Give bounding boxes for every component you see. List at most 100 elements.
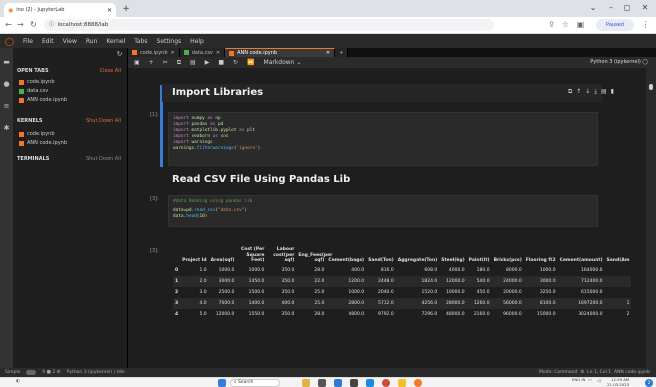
chrome-icon[interactable] bbox=[382, 379, 390, 387]
gear-icon[interactable]: ⚙ bbox=[580, 370, 584, 375]
table-row: 2 3.0 2500.0 1500.0 350.0 25.0 1000.0 2040.0 152… bbox=[173, 287, 631, 298]
new-tab-button[interactable]: + bbox=[121, 3, 131, 15]
speaker-icon[interactable]: ◁ bbox=[597, 379, 600, 384]
url-input[interactable]: ⓘ localhost:8888/lab bbox=[44, 19, 494, 31]
code-cell-read-csv[interactable]: #data Reading using pandas lib data=pd.r… bbox=[168, 195, 598, 227]
browser-tab[interactable]: ◉ ino (2) - JupyterLab ✕ bbox=[4, 3, 116, 17]
simple-mode-toggle[interactable] bbox=[26, 370, 37, 375]
run-icon[interactable]: ▶ bbox=[205, 59, 210, 66]
doc-tab[interactable]: data.csv ✕ bbox=[179, 48, 226, 57]
doc-tab[interactable]: ANN code.ipynb ✕ bbox=[225, 48, 336, 57]
scroll-thumb[interactable] bbox=[649, 84, 653, 90]
reload-button[interactable]: ↻ bbox=[28, 19, 39, 31]
sidebar-toggle-icon[interactable]: ▣ bbox=[575, 19, 586, 31]
table-header-row: Project Id Area(sqf) Cost (Per Square Feet… bbox=[173, 246, 631, 265]
wifi-icon[interactable]: ◠ bbox=[588, 379, 592, 384]
taskbar-search[interactable]: ⌕ Search bbox=[230, 379, 280, 387]
cell-type-value: Markdown bbox=[263, 59, 295, 66]
open-tab-item[interactable]: ANN code.ipynb bbox=[19, 96, 123, 104]
widgets-icon[interactable] bbox=[302, 379, 310, 387]
windows-start-icon[interactable] bbox=[218, 379, 226, 387]
back-button[interactable]: ← bbox=[3, 19, 14, 31]
extension-icon[interactable]: ✱ bbox=[2, 124, 11, 133]
table-cell bbox=[605, 265, 632, 276]
file-explorer-icon[interactable] bbox=[398, 379, 406, 387]
bookmark-star-icon[interactable]: ☆ bbox=[560, 19, 571, 31]
task-view-icon[interactable] bbox=[318, 379, 326, 387]
close-icon[interactable]: ✕ bbox=[171, 50, 175, 56]
paste-icon[interactable]: ▤ bbox=[190, 59, 196, 66]
table-cell: 1824.0 bbox=[395, 275, 440, 287]
menu-kernel[interactable]: Kernel bbox=[106, 38, 125, 45]
cell-actions[interactable]: ⧉↑↓⤓▤▮ bbox=[568, 88, 618, 96]
store-icon[interactable] bbox=[350, 379, 358, 387]
clock[interactable]: 12:39 AM 21-03-2023 bbox=[607, 377, 629, 387]
column-header bbox=[173, 246, 180, 265]
scrollbar[interactable] bbox=[646, 68, 656, 368]
add-cell-icon[interactable]: + bbox=[149, 59, 154, 66]
table-of-contents-icon[interactable]: ≡ bbox=[2, 102, 11, 111]
mail-icon[interactable] bbox=[334, 379, 342, 387]
share-icon[interactable]: ⇪ bbox=[546, 19, 557, 31]
doc-tab[interactable]: code.ipynb ✕ bbox=[128, 48, 180, 57]
jupyter-taskbar-icon[interactable] bbox=[414, 379, 422, 387]
doc-tab-label: code.ipynb bbox=[140, 49, 168, 56]
kernel-status[interactable]: Python 3 (ipykernel) | Idle bbox=[67, 370, 125, 375]
table-cell: 25.0 bbox=[296, 297, 327, 309]
menu-file[interactable]: File bbox=[23, 38, 33, 45]
code-cell-imports[interactable]: import numpy as np import pandas as pd i… bbox=[168, 112, 598, 166]
table-cell: 1000.0 bbox=[348, 289, 365, 295]
menu-help[interactable]: Help bbox=[190, 38, 204, 45]
minimize-button[interactable]: – bbox=[604, 2, 618, 14]
table-cell: 28000.0 bbox=[439, 297, 467, 309]
menu-view[interactable]: View bbox=[63, 38, 77, 45]
language-indicator[interactable]: ENG IN bbox=[572, 377, 585, 383]
close-all-button[interactable]: Close All bbox=[100, 68, 121, 74]
status-bar: Simple 0 ■ 2 ⚙ Python 3 (ipykernel) | Id… bbox=[0, 368, 656, 377]
dataframe-table: Project Id Area(sqf) Cost (Per Square Feet… bbox=[173, 246, 632, 320]
forward-button[interactable]: → bbox=[15, 19, 26, 31]
tab-close-icon[interactable]: ✕ bbox=[107, 7, 112, 14]
column-header: Eng_Fees(per sqf) bbox=[298, 252, 333, 264]
kernel-item[interactable]: ANN code.ipynb bbox=[19, 139, 123, 147]
jupyter-favicon-icon: ◉ bbox=[8, 6, 14, 14]
profile-button[interactable]: Paused bbox=[596, 19, 634, 31]
table-cell: 15000.0 bbox=[536, 311, 556, 317]
notification-icon[interactable]: 2 bbox=[645, 379, 653, 387]
kernel-item[interactable]: code.ipynb bbox=[19, 130, 123, 138]
refresh-icon[interactable]: ↻ bbox=[115, 50, 124, 59]
weather-icon[interactable]: ◐ bbox=[16, 379, 20, 384]
shut-down-all-terminals-button[interactable]: Shut Down All bbox=[86, 156, 121, 162]
cell-type-select[interactable]: Markdown ⌄ bbox=[264, 59, 302, 66]
table-cell: 400.0 bbox=[266, 297, 297, 309]
close-icon[interactable]: ✕ bbox=[216, 50, 220, 56]
save-icon[interactable]: ▣ bbox=[134, 59, 140, 66]
restart-icon[interactable]: ↻ bbox=[233, 59, 238, 66]
running-kernels-icon[interactable]: ● bbox=[2, 80, 11, 89]
stop-icon[interactable]: ■ bbox=[218, 59, 224, 66]
menu-run[interactable]: Run bbox=[86, 38, 98, 45]
table-cell: 1000.0 bbox=[218, 267, 235, 273]
kernel-name[interactable]: Python 3 (ipykernel) ◯ bbox=[590, 59, 648, 65]
fast-forward-icon[interactable]: ⏩ bbox=[247, 59, 254, 66]
cut-icon[interactable]: ✂ bbox=[163, 59, 168, 66]
menu-kebab-icon[interactable]: ⋮ bbox=[640, 19, 651, 31]
copy-icon[interactable]: ⧉ bbox=[177, 59, 181, 67]
open-tab-item[interactable]: data.csv bbox=[19, 87, 123, 95]
table-cell: 3.0 bbox=[199, 289, 207, 295]
edge-icon[interactable] bbox=[366, 379, 374, 387]
menu-edit[interactable]: Edit bbox=[42, 38, 54, 45]
menu-settings[interactable]: Settings bbox=[157, 38, 182, 45]
folder-icon[interactable]: ▬ bbox=[2, 58, 11, 67]
cursor-position[interactable]: Ln 1, Col 1 bbox=[587, 370, 611, 375]
table-cell: 3024000.0 bbox=[578, 311, 603, 317]
close-window-button[interactable]: ✕ bbox=[638, 2, 652, 14]
open-tab-item[interactable]: code.ipynb bbox=[19, 78, 123, 86]
close-icon[interactable]: ✕ bbox=[326, 50, 330, 56]
shut-down-all-kernels-button[interactable]: Shut Down All bbox=[86, 118, 121, 124]
chevron-down-icon[interactable]: ⌄ bbox=[586, 2, 600, 14]
maximize-button[interactable]: ◻ bbox=[620, 2, 634, 14]
menu-tabs[interactable]: Tabs bbox=[134, 38, 147, 45]
table-cell: 48000.0 bbox=[446, 311, 465, 317]
new-launcher-button[interactable]: + bbox=[335, 48, 349, 57]
